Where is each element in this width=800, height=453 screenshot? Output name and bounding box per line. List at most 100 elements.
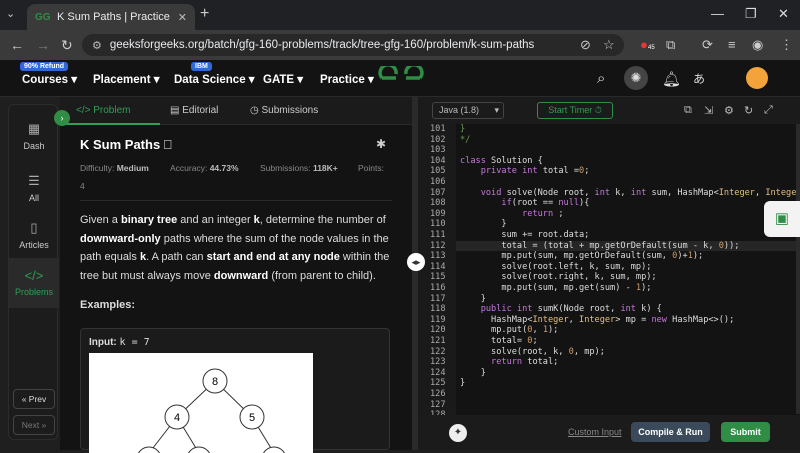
code-line: return total; xyxy=(491,357,559,368)
bug-report-icon[interactable]: ✱ xyxy=(376,137,386,151)
editor-scrollbar[interactable] xyxy=(796,124,800,414)
reset-icon[interactable]: ↻ xyxy=(744,104,753,117)
fullscreen-icon[interactable]: ⤢ xyxy=(764,104,773,117)
new-tab-icon[interactable]: + xyxy=(200,5,209,23)
rail-item-articles[interactable]: ▯ Articles xyxy=(9,220,59,250)
code-line: } xyxy=(460,219,507,230)
left-rail: ▦ Dash ☰ All ▯ Articles </> Problems « P… xyxy=(8,104,59,440)
import-icon[interactable]: ⇲ xyxy=(704,104,713,117)
divider xyxy=(80,200,392,201)
profile-icon[interactable]: ◉ xyxy=(752,37,763,53)
nav-placement[interactable]: Placement ▾ xyxy=(93,72,160,86)
data-science-badge: IBM xyxy=(191,62,212,71)
maximize-icon[interactable]: ❐ xyxy=(745,6,757,22)
search-icon[interactable]: ⌕ xyxy=(597,70,605,87)
submit-button[interactable]: Submit xyxy=(721,422,770,442)
forward-icon[interactable]: → xyxy=(36,37,50,53)
window-close-icon[interactable]: ✕ xyxy=(778,6,789,22)
next-button[interactable]: Next » xyxy=(13,415,55,435)
code-line: */ xyxy=(460,134,471,145)
chevron-down-icon: ▾ xyxy=(494,105,499,115)
extension-badge: 45 xyxy=(648,45,655,51)
list-icon: ☰ xyxy=(28,173,40,188)
omnibox[interactable]: ⚙ geeksforgeeks.org/batch/gfg-160-proble… xyxy=(82,34,624,56)
bell-icon[interactable]: 🔔︎ xyxy=(662,70,681,88)
back-icon[interactable]: ← xyxy=(10,37,24,53)
line-number: 105 xyxy=(430,166,446,177)
code-line: } xyxy=(460,367,486,378)
example-input: Input: k = 7 xyxy=(89,337,150,348)
url-text: geeksforgeeks.org/batch/gfg-160-problems… xyxy=(109,39,535,51)
prev-button[interactable]: « Prev xyxy=(13,389,55,409)
menu-icon[interactable]: ⋮ xyxy=(780,37,793,53)
reload-icon[interactable]: ↻ xyxy=(61,37,73,54)
clock-icon: ◷ xyxy=(250,105,262,116)
line-number: 109 xyxy=(430,208,446,219)
tab-editorial[interactable]: ▤ Editorial xyxy=(170,105,218,116)
code-editor[interactable]: 101 102 103 104 105 106 107 108 109 110 111 112 113 1… xyxy=(418,124,800,415)
gfg-logo[interactable] xyxy=(378,66,424,90)
nav-practice[interactable]: Practice ▾ xyxy=(320,72,374,86)
code-line: solve(root, k, 0, mp); xyxy=(460,346,605,357)
rail-item-dash[interactable]: ▦ Dash xyxy=(9,121,59,151)
code-line: } xyxy=(460,293,486,304)
code-line: if(root == null){ xyxy=(501,198,590,209)
line-number: 113 xyxy=(430,251,446,262)
minimize-icon[interactable]: — xyxy=(711,6,724,21)
bookmark-icon[interactable]: ⎕ xyxy=(164,137,172,152)
nav-courses[interactable]: Courses ▾ xyxy=(22,72,77,86)
extension-icon[interactable]: ● xyxy=(640,37,648,52)
custom-input-link[interactable]: Custom Input xyxy=(568,427,622,437)
line-number: 110 xyxy=(430,219,446,230)
puzzle-icon[interactable]: ⧉ xyxy=(666,37,675,53)
media-icon[interactable]: ≡ xyxy=(728,37,736,52)
theme-toggle-icon[interactable]: ✺ xyxy=(624,66,648,90)
expand-rail-icon[interactable]: › xyxy=(54,110,70,126)
points-value: 4 xyxy=(80,181,85,191)
start-timer-button[interactable]: Start Timer ⏱ xyxy=(537,102,613,119)
line-number: 123 xyxy=(430,357,446,368)
resize-handle-icon[interactable]: ◂▸ xyxy=(407,253,425,271)
line-number: 120 xyxy=(430,325,446,336)
tab-title: K Sum Paths | Practice | GeeksforG xyxy=(57,11,174,23)
compile-run-button[interactable]: Compile & Run xyxy=(631,422,710,442)
nav-data-science[interactable]: Data Science ▾ xyxy=(174,72,255,86)
tab-problem[interactable]: </> Problem xyxy=(76,105,131,116)
site-info-icon[interactable]: ⚙ xyxy=(92,39,102,52)
language-select[interactable]: Java (1.8) ▾ xyxy=(432,102,504,119)
line-number: 117 xyxy=(430,293,446,304)
rail-item-all[interactable]: ☰ All xyxy=(9,173,59,203)
line-number: 127 xyxy=(430,399,446,410)
code-line: } xyxy=(460,378,466,389)
code-line: total = (total + mp.getOrDefault(sum - k… xyxy=(460,240,740,251)
example-box: Input: k = 7 8 4 5 xyxy=(80,328,390,453)
page-title: K Sum Paths ⎕ xyxy=(80,137,172,152)
difficulty: Difficulty: Medium xyxy=(80,163,149,173)
code-line: public int sumK(Node root, int k) { xyxy=(480,304,662,315)
tab-submissions[interactable]: ◷ Submissions xyxy=(250,105,318,116)
line-number: 125 xyxy=(430,378,446,389)
browser-tab[interactable]: GG K Sum Paths | Practice | GeeksforG ✕ xyxy=(27,4,195,30)
nav-gate[interactable]: GATE ▾ xyxy=(263,72,303,86)
copy-icon[interactable]: ⧉ xyxy=(684,104,692,117)
code-line: solve(root.right, k, sum, mp); xyxy=(460,272,657,283)
line-number: 108 xyxy=(430,198,446,209)
rail-item-problems[interactable]: </> Problems xyxy=(9,258,59,308)
tab-search-icon[interactable]: ⌄ xyxy=(6,7,15,20)
line-number: 104 xyxy=(430,155,446,166)
bookmark-star-icon[interactable]: ☆ xyxy=(603,37,615,53)
line-number: 121 xyxy=(430,336,446,346)
eye-off-icon[interactable]: ⊘ xyxy=(580,37,591,53)
chat-icon[interactable]: ▣ xyxy=(764,201,800,237)
settings-icon[interactable]: ⚙ xyxy=(724,104,734,117)
avatar[interactable] xyxy=(746,67,768,89)
dashboard-icon: ▦ xyxy=(27,121,41,136)
code-line: private int total =0; xyxy=(480,166,590,177)
tab-close-icon[interactable]: ✕ xyxy=(178,11,187,24)
code-line: return ; xyxy=(522,208,564,219)
translate-icon[interactable]: あ xyxy=(693,70,705,87)
gfg-favicon-icon: GG xyxy=(35,12,51,23)
sync-icon[interactable]: ⟳ xyxy=(702,37,713,53)
accuracy: Accuracy: 44.73% xyxy=(170,163,239,173)
hint-bulb-icon[interactable]: ✦ xyxy=(449,424,467,442)
